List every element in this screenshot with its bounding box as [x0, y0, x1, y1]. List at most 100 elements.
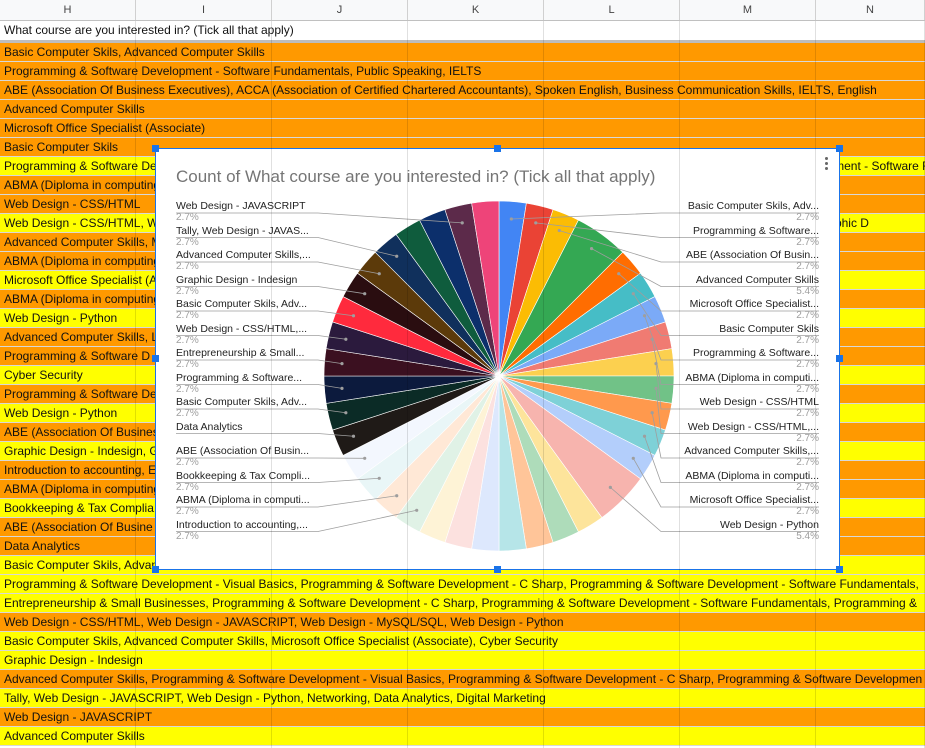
slice-percent: 2.7%: [176, 261, 199, 272]
leader-dot: [642, 434, 647, 438]
resize-handle-tr[interactable]: [836, 145, 843, 152]
cell-text: Advanced Computer Skills, Programming & …: [4, 672, 923, 686]
column-header-n[interactable]: N: [816, 0, 925, 20]
resize-handle-br[interactable]: [836, 566, 843, 573]
slice-label: Programming & Software...: [692, 347, 819, 359]
slice-percent: 2.7%: [176, 408, 199, 419]
header-cell[interactable]: What course are you interested in? (Tick…: [0, 21, 925, 43]
leader-dot: [415, 508, 419, 512]
cell-text: Web Design - JAVASCRIPT: [4, 710, 153, 724]
cell-text: Microsoft Office Specialist (Associate): [4, 121, 206, 135]
table-row[interactable]: Advanced Computer Skills: [0, 100, 925, 119]
cell-text: Introduction to accounting, E: [4, 463, 157, 477]
slice-label: Tally, Web Design - JAVAS...: [176, 224, 309, 237]
leader-dot: [363, 292, 367, 296]
slice-label: Introduction to accounting,...: [176, 518, 308, 531]
table-row[interactable]: Programming & Software Development - Sof…: [0, 62, 925, 81]
column-header-l[interactable]: L: [544, 0, 680, 20]
resize-handle-tm[interactable]: [494, 145, 501, 152]
slice-label: Microsoft Office Specialist...: [689, 298, 819, 310]
slice-label: Advanced Computer Skills,...: [176, 249, 311, 261]
slice-label: Entrepreneurship & Small...: [176, 347, 305, 359]
slice-label: Basic Computer Skils: [719, 322, 819, 335]
cell-text: Advanced Computer Skills: [4, 102, 145, 116]
slice-percent: 2.7%: [176, 457, 199, 468]
slice-percent: 2.7%: [176, 310, 199, 321]
cell-text: ABMA (Diploma in computing: [4, 178, 161, 192]
table-row[interactable]: Web Design - JAVASCRIPT: [0, 708, 925, 727]
table-row[interactable]: Advanced Computer Skills, Programming & …: [0, 670, 925, 689]
column-header-j[interactable]: J: [272, 0, 408, 20]
leader-dot: [631, 456, 635, 460]
column-header-h[interactable]: H: [0, 0, 136, 20]
column-header-k[interactable]: K: [408, 0, 544, 20]
chart-menu-icon[interactable]: [825, 155, 829, 172]
cell-text: Web Design - Python: [4, 406, 118, 420]
slice-label: ABMA (Diploma in computi...: [176, 494, 310, 506]
leader-dot: [377, 272, 381, 276]
leader-line: [176, 359, 343, 365]
column-header-m[interactable]: M: [680, 0, 816, 20]
grid-line: [135, 21, 136, 748]
leader-line: [176, 261, 380, 275]
grid-line: [407, 21, 408, 748]
table-row[interactable]: Tally, Web Design - JAVASCRIPT, Web Desi…: [0, 689, 925, 708]
table-row[interactable]: Basic Computer Skils, Advanced Computer …: [0, 43, 925, 62]
slice-label: Graphic Design - Indesign: [176, 273, 298, 286]
leader-dot: [631, 292, 635, 296]
slice-label: Basic Computer Skils, Adv...: [687, 200, 819, 212]
cell-text: Web Design - CSS/HTML: [4, 197, 141, 211]
table-row[interactable]: Graphic Design - Indesign: [0, 651, 925, 670]
slice-label: Web Design - CSS/HTML,...: [687, 420, 819, 433]
leader-dot: [340, 362, 344, 366]
leader-line: [176, 433, 354, 437]
leader-dot: [351, 434, 356, 438]
leader-dot: [534, 221, 538, 225]
cell-text: Data Analytics: [4, 539, 81, 553]
slice-label: Basic Computer Skils, Adv...: [176, 396, 308, 408]
cell-text: Basic Computer Skils, Advanced Computer …: [4, 634, 558, 648]
leader-dot: [642, 314, 647, 318]
leader-dot: [344, 337, 348, 341]
cell-text: Web Design - CSS/HTML, Web Design - JAVA…: [4, 615, 564, 629]
slice-label: Data Analytics: [176, 420, 243, 433]
slice-label: Web Design - JAVASCRIPT: [176, 200, 306, 212]
cell-text: Basic Computer Skils, Advanced Computer …: [4, 45, 265, 59]
table-row[interactable]: Entrepreneurship & Small Businesses, Pro…: [0, 594, 925, 613]
table-row[interactable]: Advanced Computer Skills: [0, 727, 925, 746]
column-header-i[interactable]: I: [136, 0, 272, 20]
leader-dot: [363, 456, 367, 460]
resize-handle-bm[interactable]: [494, 566, 501, 573]
slice-label: ABE (Association Of Busin...: [176, 445, 310, 457]
table-row[interactable]: Basic Computer Skils, Advanced Computer …: [0, 632, 925, 651]
cell-text: Basic Computer Skils: [4, 140, 119, 154]
table-row[interactable]: ABE (Association Of Business Executives)…: [0, 81, 925, 100]
slice-percent: 2.7%: [176, 530, 199, 542]
slice-percent: 2.7%: [176, 285, 199, 297]
pie-chart[interactable]: Count of What course are you interested …: [155, 148, 840, 570]
grid-line: [271, 21, 272, 748]
resize-handle-tl[interactable]: [152, 145, 159, 152]
leader-dot: [617, 272, 621, 276]
table-row[interactable]: Web Design - CSS/HTML, Web Design - JAVA…: [0, 613, 925, 632]
cell-text: Entrepreneurship & Small Businesses, Pro…: [4, 596, 918, 610]
grid-line: [815, 21, 816, 748]
table-row[interactable]: Microsoft Office Specialist (Associate): [0, 119, 925, 138]
cell-text: Microsoft Office Specialist (A: [4, 273, 158, 287]
table-row[interactable]: Programming & Software Development - Vis…: [0, 575, 925, 594]
leader-dot: [351, 314, 356, 318]
leader-dot: [340, 386, 344, 390]
slice-percent: 2.7%: [176, 334, 199, 346]
leader-line: [176, 335, 346, 340]
resize-handle-bl[interactable]: [152, 566, 159, 573]
slice-percent: 2.7%: [176, 506, 199, 517]
slice-label: ABE (Association Of Busin...: [685, 249, 819, 261]
resize-handle-ml[interactable]: [152, 355, 159, 362]
leader-dot: [377, 476, 381, 480]
column-header-bar: HIJKLMN: [0, 0, 925, 21]
leader-line: [176, 384, 343, 389]
cell-text: ABE (Association Of Business Executives)…: [4, 83, 877, 97]
leader-dot: [557, 228, 561, 233]
leader-dot: [460, 221, 464, 225]
resize-handle-mr[interactable]: [836, 355, 843, 362]
